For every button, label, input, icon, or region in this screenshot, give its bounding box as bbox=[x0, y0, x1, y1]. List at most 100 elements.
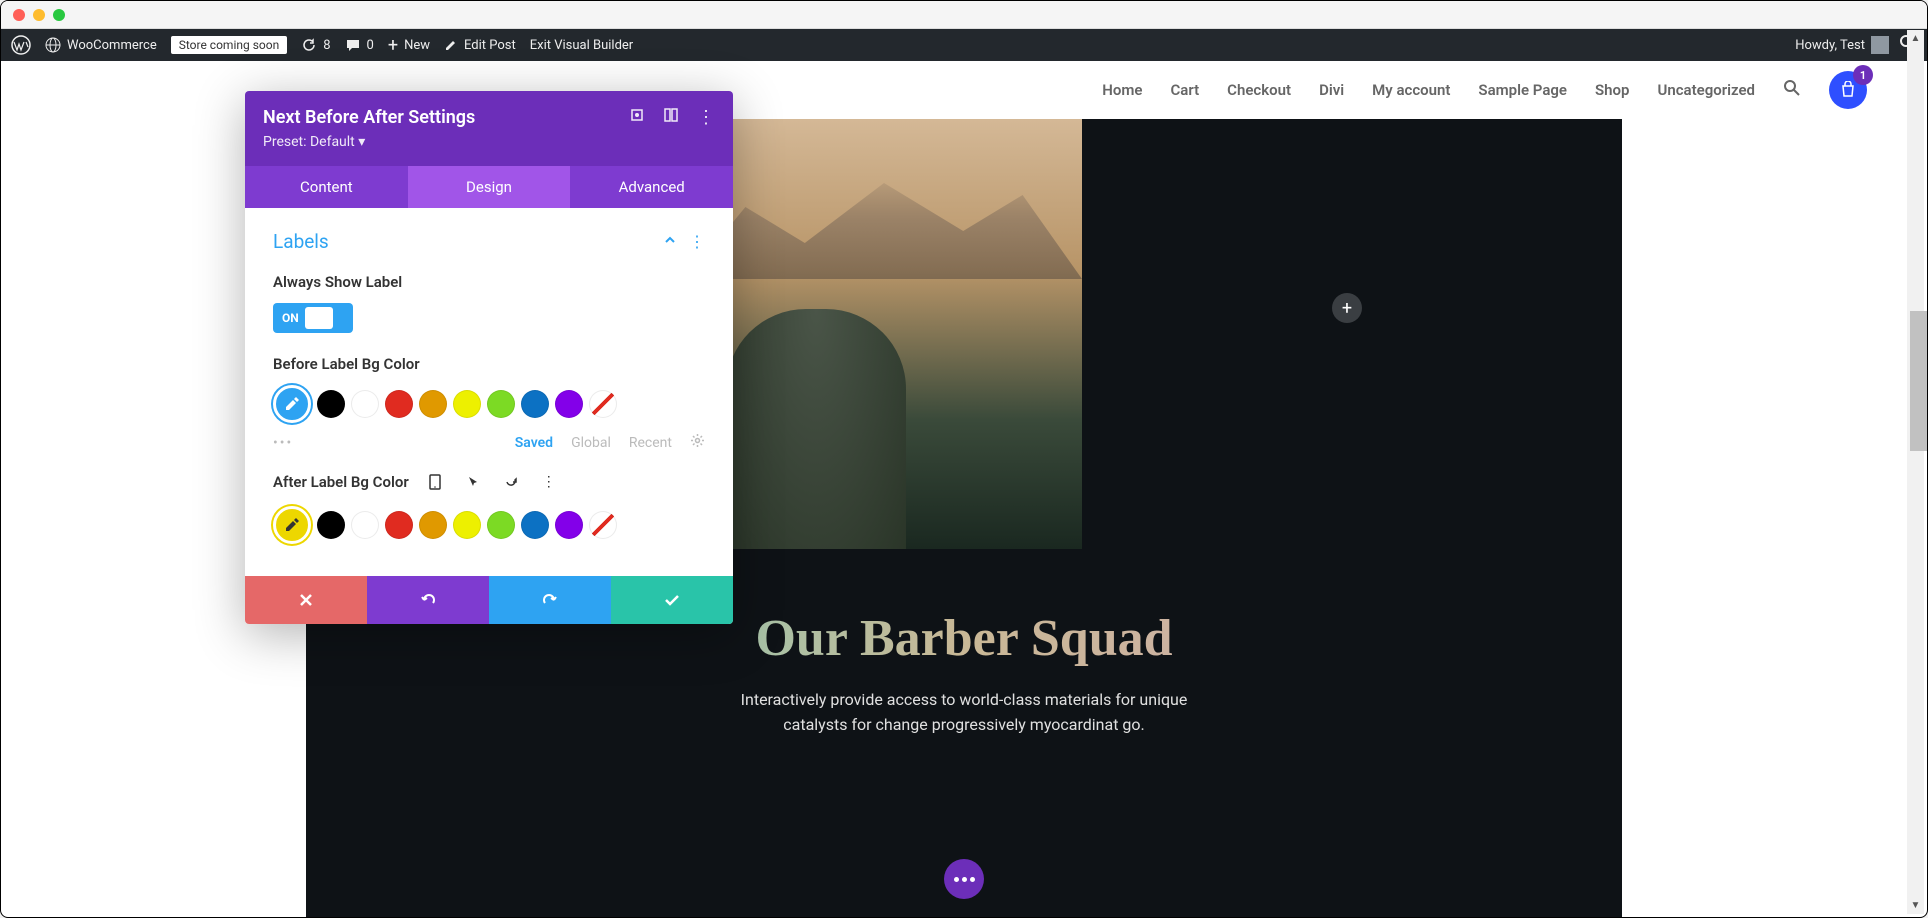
cancel-button[interactable] bbox=[245, 576, 367, 624]
comments-link[interactable]: 0 bbox=[345, 37, 374, 53]
edit-post-link[interactable]: Edit Post bbox=[444, 38, 516, 53]
tab-advanced[interactable]: Advanced bbox=[570, 166, 733, 208]
swatch-green[interactable] bbox=[487, 511, 515, 539]
store-status-badge[interactable]: Store coming soon bbox=[171, 36, 288, 54]
collapse-icon[interactable] bbox=[663, 232, 677, 251]
before-swatch-row bbox=[273, 385, 705, 423]
swatch-orange[interactable] bbox=[419, 390, 447, 418]
eyedropper-icon bbox=[283, 395, 301, 413]
panel-header: Next Before After Settings ⋮ Preset: Def… bbox=[245, 91, 733, 166]
builder-fab-button[interactable] bbox=[944, 859, 984, 899]
swatch-red[interactable] bbox=[385, 390, 413, 418]
nav-uncat[interactable]: Uncategorized bbox=[1657, 81, 1755, 99]
palette-more-icon[interactable]: ••• bbox=[273, 435, 293, 451]
swatch-red[interactable] bbox=[385, 511, 413, 539]
expand-icon[interactable] bbox=[663, 107, 679, 128]
maximize-window-icon[interactable] bbox=[53, 9, 65, 21]
cart-count-badge: 1 bbox=[1853, 65, 1873, 85]
before-color-label: Before Label Bg Color bbox=[273, 355, 705, 373]
panel-title: Next Before After Settings bbox=[263, 107, 475, 128]
scroll-up-icon[interactable]: ▲ bbox=[1907, 30, 1924, 47]
palette-tab-recent[interactable]: Recent bbox=[629, 435, 672, 451]
site-link[interactable]: WooCommerce bbox=[45, 37, 157, 53]
swatch-yellow[interactable] bbox=[453, 511, 481, 539]
gear-icon[interactable] bbox=[690, 433, 705, 452]
nav-divi[interactable]: Divi bbox=[1319, 81, 1344, 99]
undo-button[interactable] bbox=[367, 576, 489, 624]
save-button[interactable] bbox=[611, 576, 733, 624]
scrollbar-track[interactable]: ▲ ▼ bbox=[1907, 30, 1924, 914]
woocommerce-label: WooCommerce bbox=[67, 38, 157, 53]
shopping-bag-icon bbox=[1839, 81, 1857, 99]
minimize-window-icon[interactable] bbox=[33, 9, 45, 21]
nav-home[interactable]: Home bbox=[1102, 81, 1142, 99]
reset-icon[interactable] bbox=[499, 470, 523, 494]
page-subtitle: Interactively provide access to world-cl… bbox=[306, 688, 1622, 738]
device-icon[interactable] bbox=[423, 470, 447, 494]
updates-link[interactable]: 8 bbox=[301, 37, 330, 53]
nav-sample[interactable]: Sample Page bbox=[1478, 81, 1567, 99]
swatch-orange[interactable] bbox=[419, 511, 447, 539]
hover-icon[interactable] bbox=[461, 470, 485, 494]
module-settings-panel: Next Before After Settings ⋮ Preset: Def… bbox=[245, 91, 733, 624]
new-link[interactable]: +New bbox=[388, 35, 430, 56]
plus-icon: + bbox=[388, 35, 398, 56]
swatch-black[interactable] bbox=[317, 390, 345, 418]
swatch-transparent[interactable] bbox=[589, 390, 617, 418]
tab-design[interactable]: Design bbox=[408, 166, 571, 208]
nav-shop[interactable]: Shop bbox=[1595, 81, 1629, 99]
refresh-icon bbox=[301, 37, 317, 53]
swatch-purple[interactable] bbox=[555, 511, 583, 539]
wp-logo-icon[interactable] bbox=[11, 35, 31, 55]
search-icon[interactable] bbox=[1783, 79, 1801, 101]
swatch-white[interactable] bbox=[351, 390, 379, 418]
section-more-icon[interactable]: ⋮ bbox=[689, 232, 705, 251]
swatch-purple[interactable] bbox=[555, 390, 583, 418]
check-icon bbox=[663, 591, 681, 609]
tab-content[interactable]: Content bbox=[245, 166, 408, 208]
chevron-down-icon: ▾ bbox=[358, 134, 365, 150]
scroll-down-icon[interactable]: ▼ bbox=[1907, 897, 1924, 914]
swatch-green[interactable] bbox=[487, 390, 515, 418]
always-show-toggle[interactable]: ON bbox=[273, 303, 353, 333]
wp-admin-bar: WooCommerce Store coming soon 8 0 +New E… bbox=[1, 29, 1927, 61]
swatch-black[interactable] bbox=[317, 511, 345, 539]
howdy-link[interactable]: Howdy, Test bbox=[1795, 36, 1889, 54]
eyedropper-button[interactable] bbox=[273, 385, 311, 423]
toggle-handle bbox=[305, 307, 333, 329]
always-show-label: Always Show Label bbox=[273, 273, 705, 291]
preset-dropdown[interactable]: Preset: Default ▾ bbox=[263, 134, 715, 150]
snap-icon[interactable] bbox=[629, 107, 645, 128]
comment-icon bbox=[345, 37, 361, 53]
nav-account[interactable]: My account bbox=[1372, 81, 1450, 99]
cart-button[interactable]: 1 bbox=[1829, 71, 1867, 109]
after-color-label: After Label Bg Color bbox=[273, 473, 409, 491]
more-icon[interactable]: ⋮ bbox=[697, 107, 715, 128]
swatch-blue[interactable] bbox=[521, 511, 549, 539]
palette-tab-global[interactable]: Global bbox=[571, 435, 611, 451]
add-module-button[interactable]: + bbox=[1332, 293, 1362, 323]
eyedropper-button[interactable] bbox=[273, 506, 311, 544]
nav-checkout[interactable]: Checkout bbox=[1227, 81, 1291, 99]
close-window-icon[interactable] bbox=[13, 9, 25, 21]
section-labels-title[interactable]: Labels bbox=[273, 230, 329, 253]
nav-cart[interactable]: Cart bbox=[1171, 81, 1200, 99]
scrollbar-thumb[interactable] bbox=[1910, 311, 1927, 451]
swatch-blue[interactable] bbox=[521, 390, 549, 418]
eyedropper-icon bbox=[283, 516, 301, 534]
after-swatch-row bbox=[273, 506, 705, 544]
redo-icon bbox=[541, 591, 559, 609]
field-more-icon[interactable]: ⋮ bbox=[537, 470, 561, 494]
globe-icon bbox=[45, 37, 61, 53]
exit-builder-link[interactable]: Exit Visual Builder bbox=[530, 38, 633, 53]
swatch-white[interactable] bbox=[351, 511, 379, 539]
avatar-icon bbox=[1871, 36, 1889, 54]
panel-footer bbox=[245, 576, 733, 624]
swatch-transparent[interactable] bbox=[589, 511, 617, 539]
swatch-yellow[interactable] bbox=[453, 390, 481, 418]
palette-tab-saved[interactable]: Saved bbox=[515, 435, 553, 451]
redo-button[interactable] bbox=[489, 576, 611, 624]
browser-window: WooCommerce Store coming soon 8 0 +New E… bbox=[0, 0, 1928, 918]
window-controls bbox=[1, 1, 1927, 29]
close-icon bbox=[298, 592, 314, 608]
